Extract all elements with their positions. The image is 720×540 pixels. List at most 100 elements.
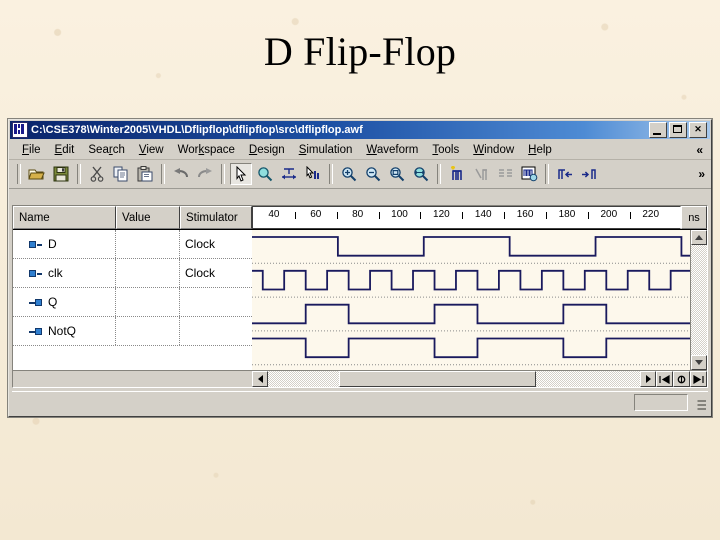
magnifier-icon[interactable] [254, 163, 276, 185]
cut-icon[interactable] [86, 163, 108, 185]
ruler-minor-tick [504, 212, 506, 219]
waveform-body: D Clock clk Clock Q NotQ [13, 230, 707, 370]
column-header-stimulator[interactable]: Stimulator [180, 206, 252, 229]
menu-item-file[interactable]: File [15, 143, 48, 157]
window-title-text: C:\CSE378\Winter2005\VHDL\Dflipflop\dfli… [31, 124, 363, 136]
ruler-tick-label: 160 [516, 209, 534, 220]
horizontal-scrollbar[interactable] [252, 371, 707, 387]
redo-icon[interactable] [194, 163, 216, 185]
status-pane [634, 394, 688, 411]
ruler-minor-tick [336, 212, 338, 219]
measure-distance-icon[interactable] [278, 163, 300, 185]
signal-row[interactable]: D Clock [13, 230, 252, 259]
copy-icon[interactable] [110, 163, 132, 185]
signal-row[interactable]: NotQ [13, 317, 252, 346]
scroll-down-button[interactable] [691, 355, 707, 370]
waveform-trace-d [252, 237, 690, 256]
ruler-tick-label: 60 [310, 209, 322, 220]
waveform-app-icon [12, 122, 28, 138]
waveform-canvas[interactable] [252, 230, 690, 370]
menu-item-search[interactable]: Search [81, 143, 131, 157]
ruler-minor-tick [629, 212, 631, 219]
menu-item-edit[interactable]: Edit [48, 143, 82, 157]
signal-row[interactable]: Q [13, 288, 252, 317]
signal-stimulator-cell[interactable] [180, 317, 252, 345]
waveform-trace-notq [252, 339, 690, 358]
menu-item-help[interactable]: Help [521, 143, 559, 157]
vertical-scrollbar[interactable] [690, 230, 707, 370]
toolbar: » [9, 160, 711, 189]
menu-item-window[interactable]: Window [466, 143, 521, 157]
column-header-name[interactable]: Name [13, 206, 116, 229]
toolbar-separator [17, 164, 21, 184]
menu-item-waveform[interactable]: Waveform [359, 143, 425, 157]
zoom-out-icon[interactable] [362, 163, 384, 185]
menu-item-view[interactable]: View [132, 143, 171, 157]
output-pin-icon [29, 298, 42, 307]
scroll-up-button[interactable] [691, 230, 707, 245]
window-title-bar[interactable]: C:\CSE378\Winter2005\VHDL\Dflipflop\dfli… [10, 121, 710, 139]
ruler-tick-label: 180 [558, 209, 576, 220]
ruler-minor-tick [294, 212, 296, 219]
save-file-icon[interactable] [50, 163, 72, 185]
output-pin-icon [29, 327, 42, 336]
toolbar-separator [161, 164, 165, 184]
time-unit-label: ns [681, 206, 707, 229]
time-ruler[interactable]: 40 60 80 100 120 140 160 180 200 220 [252, 206, 681, 229]
toolbar-separator [221, 164, 225, 184]
signal-row[interactable]: clk Clock [13, 259, 252, 288]
signal-name-cell[interactable]: NotQ [13, 317, 116, 345]
menu-bar: File Edit Search View Workspace Design S… [9, 140, 711, 160]
menu-item-tools[interactable]: Tools [425, 143, 466, 157]
ruler-tick-label: 40 [268, 209, 280, 220]
undo-icon[interactable] [170, 163, 192, 185]
signal-value-cell[interactable] [116, 259, 180, 287]
falling-edge-icon[interactable] [470, 163, 492, 185]
maximize-button[interactable] [669, 122, 687, 138]
toolbar-overflow-chevron[interactable]: » [698, 167, 711, 181]
signal-name-cell[interactable]: Q [13, 288, 116, 316]
ruler-tick-label: 200 [600, 209, 618, 220]
toolbar-separator [77, 164, 81, 184]
edit-waveform-icon[interactable] [302, 163, 324, 185]
scroll-left-button[interactable] [252, 371, 268, 387]
vertical-scroll-track[interactable] [691, 245, 707, 355]
menu-item-simulation[interactable]: Simulation [292, 143, 360, 157]
goto-center-button[interactable] [673, 371, 690, 387]
menu-item-design[interactable]: Design [242, 143, 292, 157]
sort-signals-icon[interactable] [494, 163, 516, 185]
paste-icon[interactable] [134, 163, 156, 185]
signal-value-cell[interactable] [116, 230, 180, 258]
signal-stimulator-cell[interactable] [180, 288, 252, 316]
goto-end-button[interactable] [690, 371, 707, 387]
horizontal-scroll-track[interactable] [268, 371, 640, 387]
waveform-panel: Name Value Stimulator 40 60 80 100 120 140 160… [12, 205, 708, 388]
add-signal-icon[interactable] [446, 163, 468, 185]
horizontal-scroll-row [13, 370, 707, 387]
goto-start-button[interactable] [656, 371, 673, 387]
zoom-selection-icon[interactable] [386, 163, 408, 185]
signal-name-cell[interactable]: D [13, 230, 116, 258]
signal-value-cell[interactable] [116, 317, 180, 345]
signal-stimulator-cell[interactable]: Clock [180, 230, 252, 258]
signal-stimulator-cell[interactable]: Clock [180, 259, 252, 287]
waveform-column-headers: Name Value Stimulator 40 60 80 100 120 140 160… [13, 206, 707, 230]
ruler-tick-label: 140 [474, 209, 492, 220]
column-header-value[interactable]: Value [116, 206, 180, 229]
scroll-right-button[interactable] [640, 371, 656, 387]
zoom-fit-icon[interactable] [410, 163, 432, 185]
horizontal-scroll-thumb[interactable] [338, 371, 536, 387]
stimulator-settings-icon[interactable] [518, 163, 540, 185]
signal-name-cell[interactable]: clk [13, 259, 116, 287]
menu-overflow-chevron[interactable]: « [696, 143, 711, 157]
signal-value-cell[interactable] [116, 288, 180, 316]
menu-item-workspace[interactable]: Workspace [171, 143, 242, 157]
minimize-button[interactable] [649, 122, 667, 138]
close-button[interactable]: ✕ [689, 122, 707, 138]
resize-grip[interactable] [692, 396, 706, 410]
open-file-icon[interactable] [26, 163, 48, 185]
next-transition-icon[interactable] [578, 163, 600, 185]
select-pointer-icon[interactable] [230, 163, 252, 185]
previous-transition-icon[interactable] [554, 163, 576, 185]
zoom-in-icon[interactable] [338, 163, 360, 185]
